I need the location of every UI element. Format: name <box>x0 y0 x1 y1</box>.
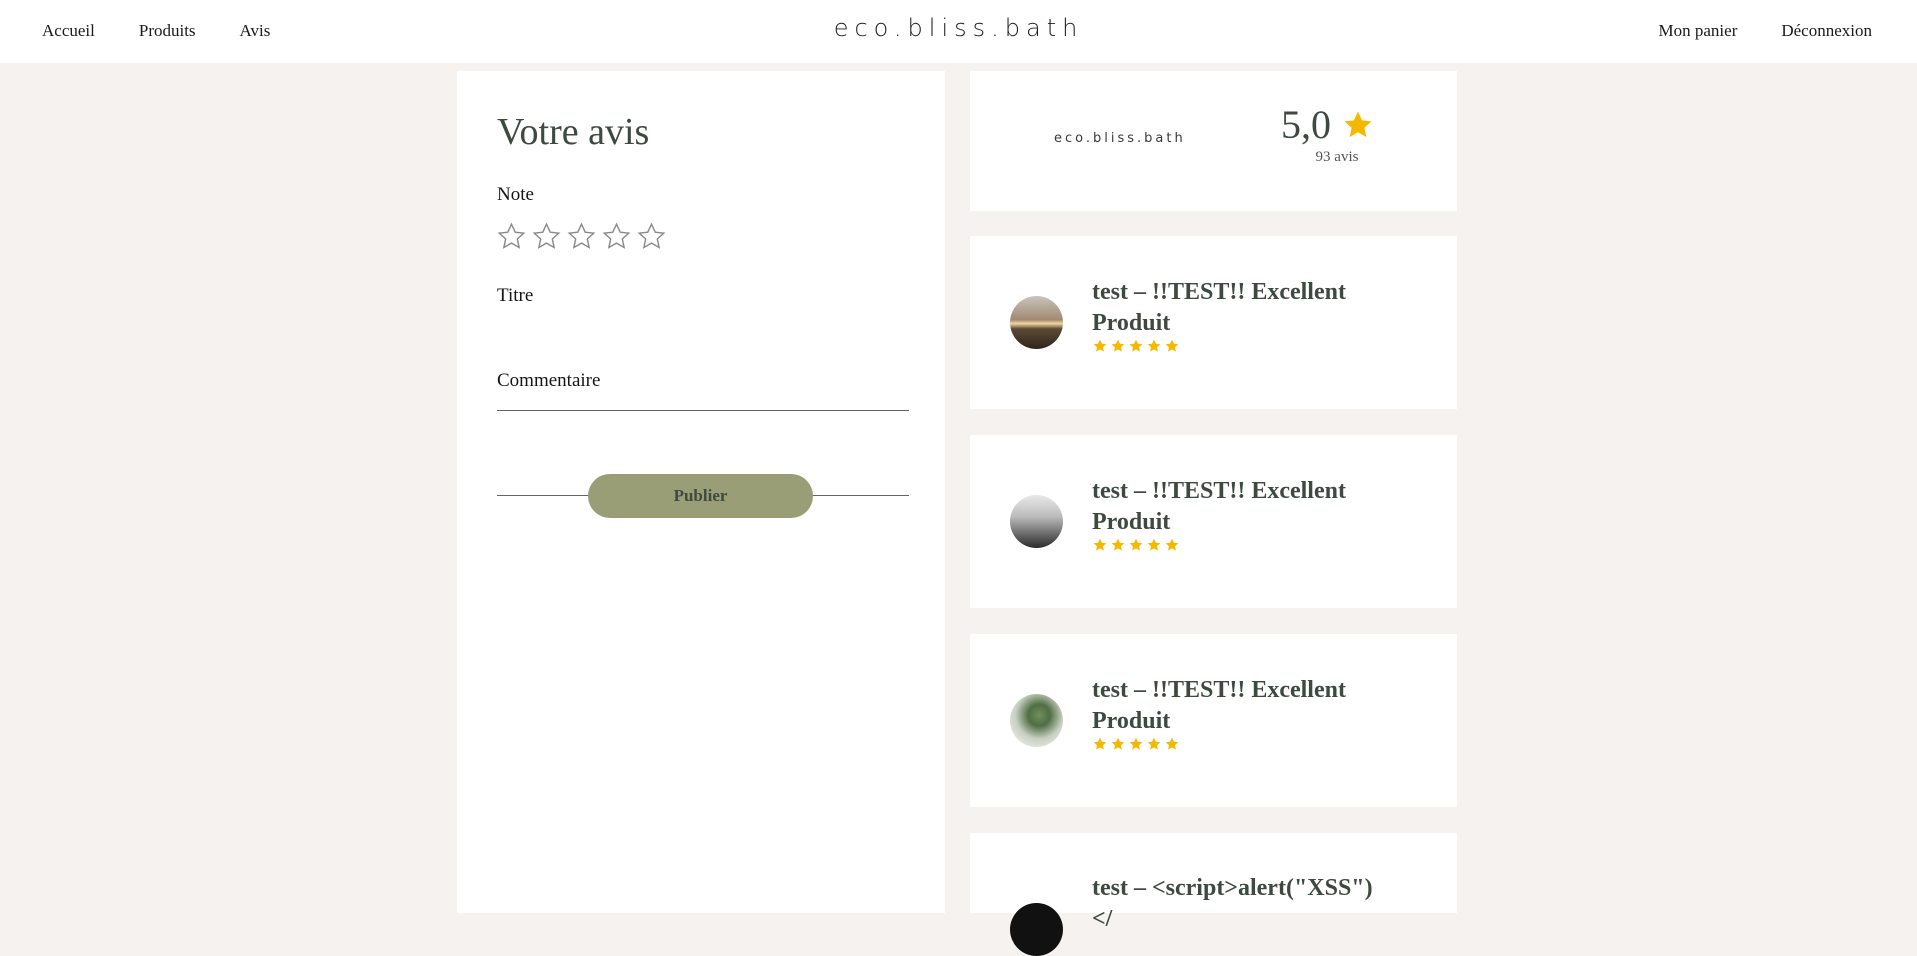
avatar <box>1010 495 1063 548</box>
review-title: test – !!TEST!! Excellent Produit <box>1092 279 1346 336</box>
star-filled-icon <box>1344 111 1372 137</box>
star-filled-icon <box>1147 737 1161 750</box>
star-filled-icon <box>1111 339 1125 352</box>
comment-label: Commentaire <box>497 370 601 391</box>
review-count: 93 avis <box>1315 149 1359 165</box>
brand-logo[interactable]: eco.bliss.bath <box>0 14 1917 42</box>
star-filled-icon <box>1147 339 1161 352</box>
star-outline-icon[interactable] <box>636 221 667 252</box>
review-title: test – !!TEST!! Excellent Produit <box>1092 677 1346 734</box>
nav-link-cart[interactable]: Mon panier <box>1659 20 1738 42</box>
publish-button[interactable]: Publier <box>588 474 813 518</box>
star-filled-icon <box>1129 339 1143 352</box>
review-card: test – <script>alert("XSS")</ <box>970 833 1457 956</box>
star-filled-icon <box>1129 538 1143 551</box>
star-filled-icon <box>1165 538 1179 551</box>
form-title: Votre avis <box>497 111 650 153</box>
star-filled-icon <box>1129 737 1143 750</box>
review-rating <box>1092 736 1180 752</box>
review-card: test – !!TEST!! Excellent Produit <box>970 634 1457 807</box>
review-title: test – <script>alert("XSS")</ <box>1092 875 1373 932</box>
score-block: 5,0 93 avis <box>1281 101 1381 165</box>
top-navigation: Accueil Produits Avis eco.bliss.bath Mon… <box>0 0 1917 63</box>
note-label: Note <box>497 184 534 205</box>
avatar <box>1010 694 1063 747</box>
avatar <box>1010 296 1063 349</box>
star-filled-icon <box>1111 538 1125 551</box>
review-card: test – !!TEST!! Excellent Produit <box>970 435 1457 608</box>
star-filled-icon <box>1093 538 1107 551</box>
star-outline-icon[interactable] <box>566 221 597 252</box>
star-filled-icon <box>1093 339 1107 352</box>
review-form-panel: Votre avis Note Titre Commentaire Publie… <box>457 71 945 913</box>
summary-brand: eco.bliss.bath <box>1054 131 1186 146</box>
average-score: 5,0 <box>1281 102 1331 147</box>
avatar <box>1010 903 1063 956</box>
title-label: Titre <box>497 285 534 306</box>
star-outline-icon[interactable] <box>496 221 527 252</box>
star-outline-icon[interactable] <box>601 221 632 252</box>
star-filled-icon <box>1165 737 1179 750</box>
star-filled-icon <box>1165 339 1179 352</box>
star-outline-icon[interactable] <box>531 221 562 252</box>
review-rating <box>1092 537 1180 553</box>
nav-link-logout[interactable]: Déconnexion <box>1781 20 1872 42</box>
nav-right-group: Mon panier Déconnexion <box>1659 20 1872 42</box>
rating-summary-card: eco.bliss.bath 5,0 93 avis <box>970 71 1457 211</box>
review-title: test – !!TEST!! Excellent Produit <box>1092 478 1346 535</box>
review-rating <box>1092 338 1180 354</box>
review-card: test – !!TEST!! Excellent Produit <box>970 236 1457 409</box>
rating-input <box>496 221 667 252</box>
star-filled-icon <box>1147 538 1161 551</box>
star-filled-icon <box>1093 737 1107 750</box>
star-filled-icon <box>1111 737 1125 750</box>
